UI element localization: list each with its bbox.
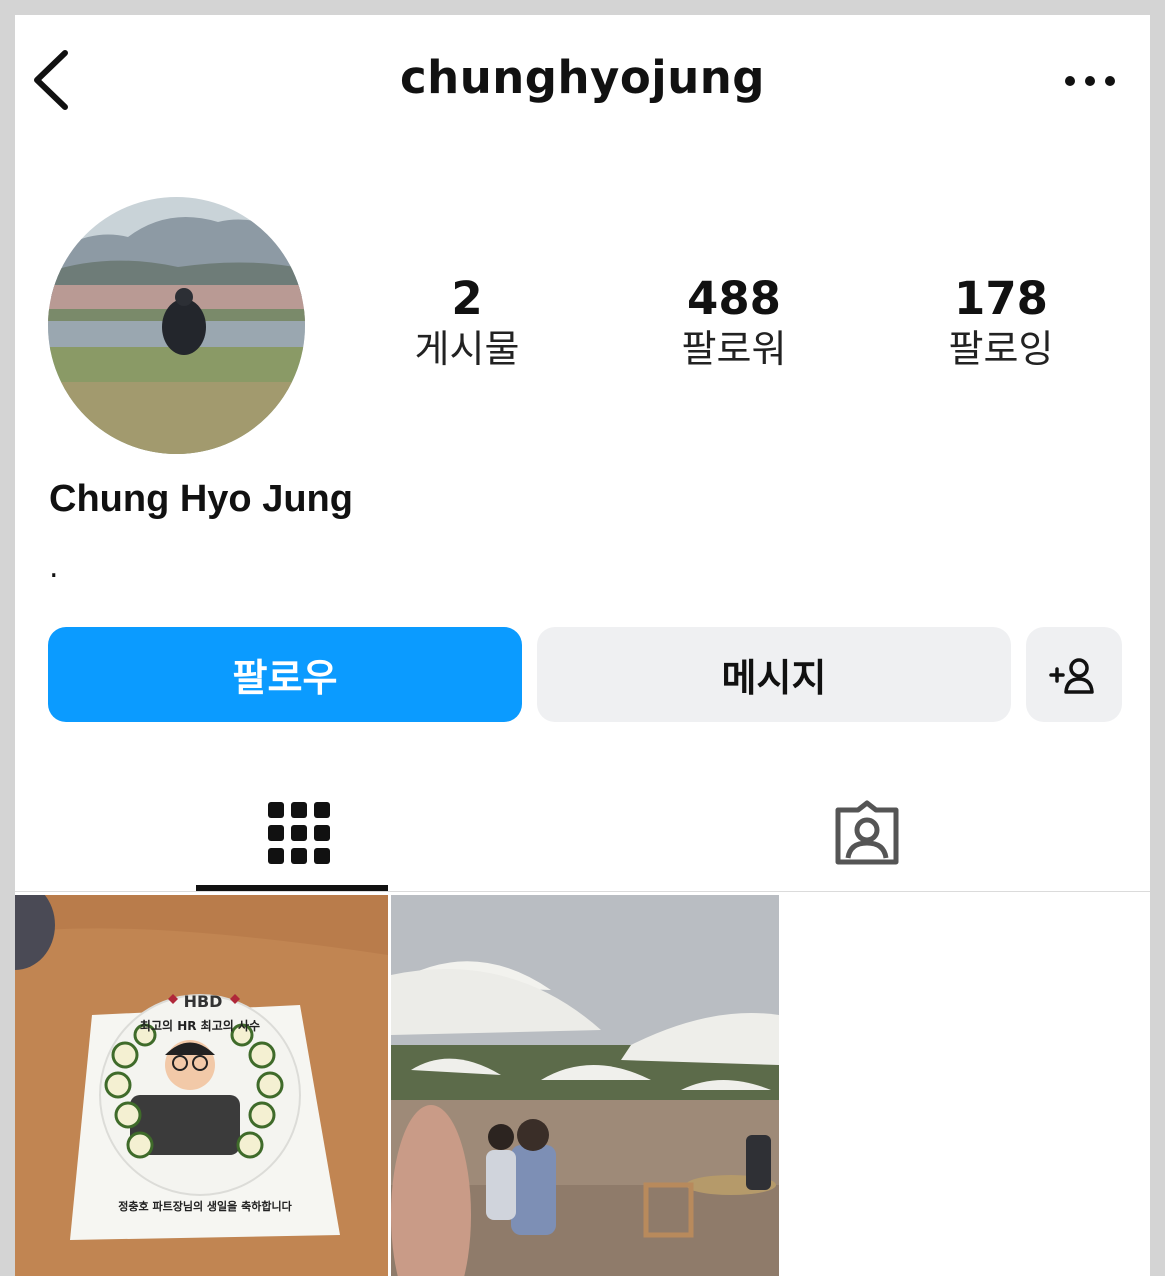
posts-count: 2 bbox=[451, 272, 483, 325]
cafeteria-photo bbox=[391, 895, 779, 1276]
post-thumbnail-2[interactable] bbox=[391, 895, 779, 1276]
tab-posts-grid[interactable] bbox=[15, 775, 582, 890]
cake-text-line2: 정충호 파트장님의 생일을 축하합니다 bbox=[118, 1199, 292, 1213]
posts-label: 게시물 bbox=[414, 327, 520, 371]
stat-posts[interactable]: 2 게시물 bbox=[357, 273, 577, 373]
message-button[interactable]: 메시지 bbox=[537, 627, 1011, 722]
profile-bio: . bbox=[49, 550, 59, 585]
tabs-divider bbox=[15, 891, 1150, 892]
following-count: 178 bbox=[954, 272, 1048, 325]
suggest-people-button[interactable] bbox=[1026, 627, 1122, 722]
profile-screen: chunghyojung 2 게시물 488 팔로워 178 팔로잉 Chung… bbox=[15, 15, 1150, 1276]
grid-icon bbox=[267, 801, 330, 864]
cake-text-top: HBD bbox=[184, 992, 223, 1011]
post-thumbnail-1[interactable]: HBD 최고의 HR 최고의 사수 정충호 파트장님의 생일을 축하합니다 bbox=[15, 895, 388, 1276]
follow-button[interactable]: 팔로우 bbox=[48, 627, 522, 722]
stat-following[interactable]: 178 팔로잉 bbox=[891, 273, 1111, 373]
tab-tagged[interactable] bbox=[583, 775, 1150, 890]
profile-avatar[interactable] bbox=[48, 197, 305, 454]
ellipsis-icon bbox=[1065, 76, 1115, 86]
add-person-icon bbox=[1049, 657, 1094, 694]
cake-photo: HBD 최고의 HR 최고의 사수 정충호 파트장님의 생일을 축하합니다 bbox=[15, 895, 388, 1276]
tagged-person-icon bbox=[835, 800, 898, 864]
profile-full-name: Chung Hyo Jung bbox=[49, 478, 353, 520]
avatar-image bbox=[48, 197, 305, 454]
more-options-button[interactable] bbox=[1062, 69, 1118, 93]
profile-username: chunghyojung bbox=[400, 51, 765, 104]
top-bar: chunghyojung bbox=[15, 15, 1150, 145]
followers-count: 488 bbox=[687, 272, 781, 325]
following-label: 팔로잉 bbox=[948, 327, 1054, 371]
stat-followers[interactable]: 488 팔로워 bbox=[624, 273, 844, 373]
cake-text-line1: 최고의 HR 최고의 사수 bbox=[140, 1018, 260, 1033]
followers-label: 팔로워 bbox=[681, 327, 787, 371]
